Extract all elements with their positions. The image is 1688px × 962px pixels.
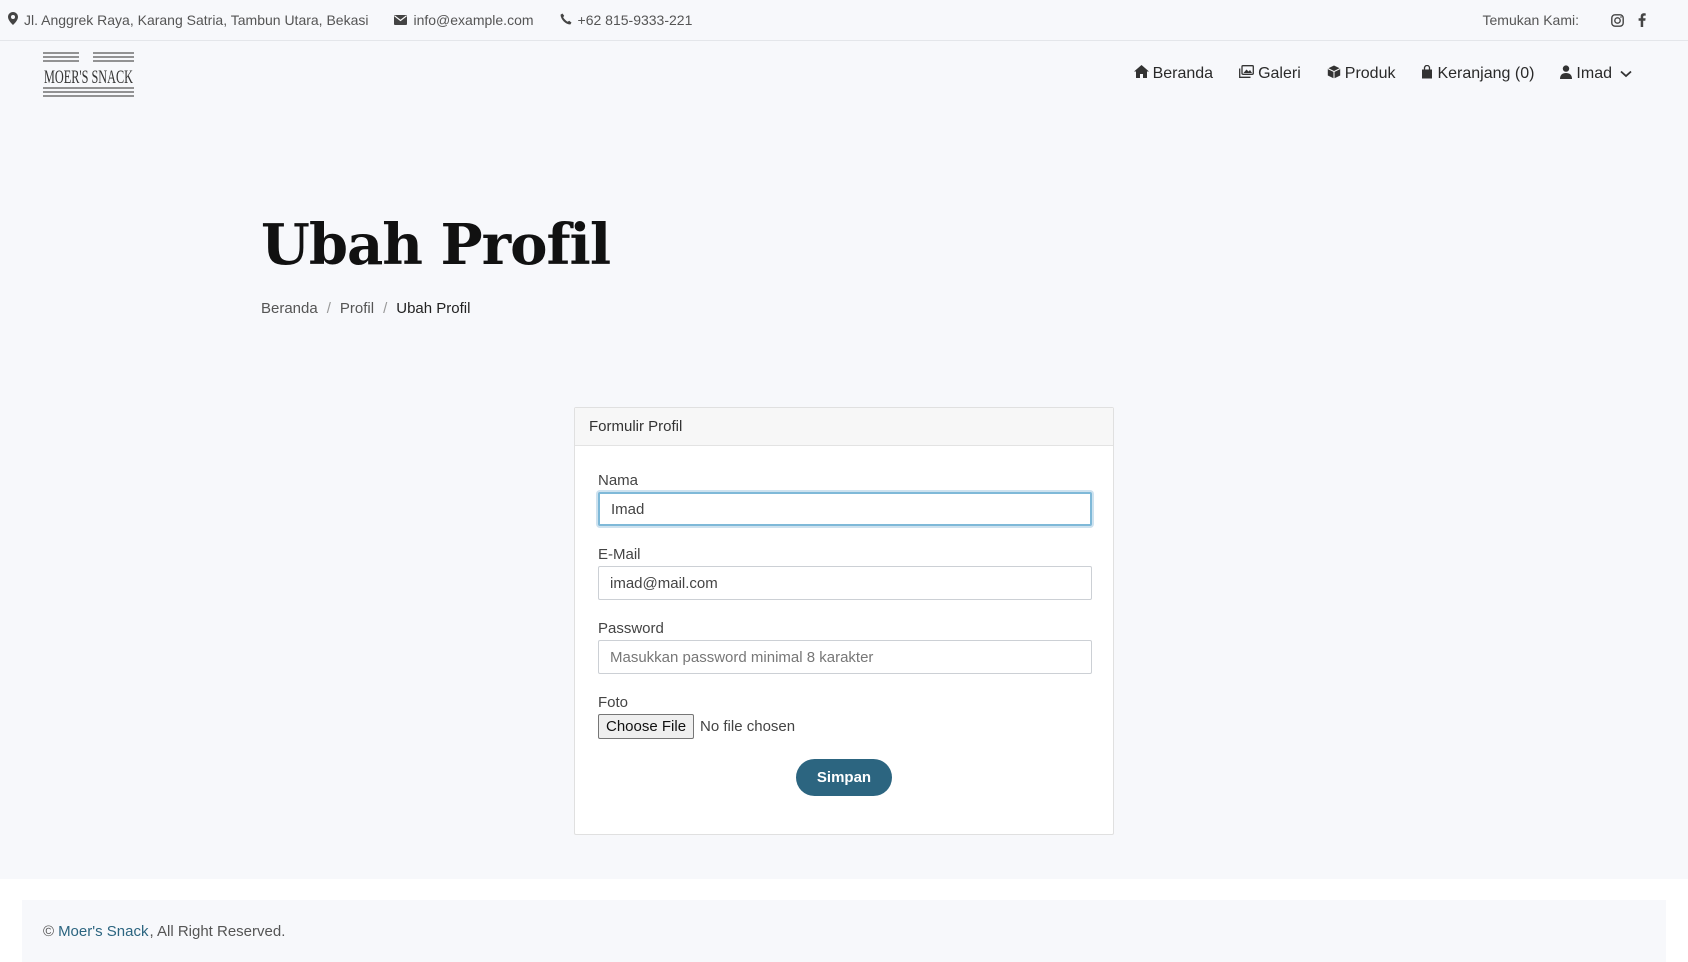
nav-item-beranda[interactable]: Beranda <box>1133 65 1214 83</box>
footer: © Moer's Snack , All Right Reserved. <box>22 900 1666 962</box>
facebook-icon[interactable] <box>1638 13 1646 27</box>
top-info-bar: Jl. Anggrek Raya, Karang Satria, Tambun … <box>0 0 1688 41</box>
email-field-group: E-Mail imad@mail.com <box>598 546 1092 600</box>
social-links: Temukan Kami: <box>1483 12 1688 28</box>
password-label: Password <box>598 620 664 637</box>
breadcrumb-separator: / <box>326 300 331 317</box>
email-input[interactable]: imad@mail.com <box>598 566 1092 600</box>
images-icon <box>1239 65 1258 83</box>
nav-label-galeri: Galeri <box>1258 65 1301 82</box>
page-title: Ubah Profil <box>261 212 611 278</box>
submit-wrapper: Simpan <box>598 759 1090 796</box>
box-icon <box>1327 65 1345 84</box>
breadcrumb: Beranda / Profil / Ubah Profil <box>261 300 470 317</box>
nav-menu: Beranda Galeri Produk Keranjang (0) Imad <box>1108 41 1636 107</box>
nav-label-beranda: Beranda <box>1152 65 1214 82</box>
nav-label-user: Imad <box>1576 65 1612 82</box>
nav-label-produk: Produk <box>1344 65 1396 82</box>
chevron-down-icon <box>1620 65 1636 83</box>
breadcrumb-separator: / <box>383 300 388 317</box>
breadcrumb-beranda[interactable]: Beranda <box>261 300 318 317</box>
instagram-icon[interactable] <box>1611 13 1624 27</box>
breadcrumb-profil[interactable]: Profil <box>340 300 374 317</box>
save-button[interactable]: Simpan <box>796 759 892 796</box>
address-text: Jl. Anggrek Raya, Karang Satria, Tambun … <box>24 12 369 28</box>
phone-info: +62 815-9333-221 <box>560 12 693 28</box>
name-input[interactable]: Imad <box>598 492 1092 526</box>
footer-rights-text: , All Right Reserved. <box>149 922 286 940</box>
email-text: info@example.com <box>413 12 534 28</box>
photo-label: Foto <box>598 694 629 711</box>
nav-label-keranjang: Keranjang (0) <box>1437 65 1535 82</box>
card-header: Formulir Profil <box>575 408 1113 446</box>
photo-field-group: Foto Choose File No file chosen <box>598 694 1090 739</box>
breadcrumb-current: Ubah Profil <box>396 300 471 317</box>
file-status-text: No file chosen <box>700 718 796 735</box>
profile-form: Nama Imad E-Mail imad@mail.com Password … <box>575 446 1113 796</box>
address-info: Jl. Anggrek Raya, Karang Satria, Tambun … <box>8 12 368 28</box>
main-navbar: MOER'S SNACK Beranda Galeri Produk Keran… <box>0 41 1688 107</box>
home-icon <box>1133 65 1153 83</box>
phone-text: +62 815-9333-221 <box>577 12 693 28</box>
user-icon <box>1560 64 1576 84</box>
email-info: info@example.com <box>394 12 534 28</box>
file-input: Choose File No file chosen <box>598 714 1090 739</box>
copyright-symbol: © <box>43 922 55 940</box>
email-label: E-Mail <box>598 546 641 563</box>
find-us-label: Temukan Kami: <box>1482 12 1579 28</box>
nav-item-keranjang[interactable]: Keranjang (0) <box>1421 64 1535 84</box>
footer-brand-link[interactable]: Moer's Snack <box>58 923 148 940</box>
nav-item-produk[interactable]: Produk <box>1327 65 1396 84</box>
logo-text: MOER'S SNACK <box>44 67 133 88</box>
password-field-group: Password Masukkan password minimal 8 kar… <box>598 620 1092 674</box>
phone-icon <box>560 12 578 28</box>
name-label: Nama <box>598 472 639 489</box>
password-input[interactable]: Masukkan password minimal 8 karakter <box>598 640 1092 674</box>
profile-form-card: Formulir Profil Nama Imad E-Mail imad@ma… <box>574 407 1114 835</box>
name-field-group: Nama Imad <box>598 472 1092 526</box>
choose-file-button[interactable]: Choose File <box>598 714 695 739</box>
envelope-icon <box>394 12 413 28</box>
nav-item-user-menu[interactable]: Imad <box>1560 64 1636 84</box>
bag-icon <box>1421 64 1437 84</box>
brand-logo[interactable]: MOER'S SNACK <box>43 51 134 98</box>
nav-item-galeri[interactable]: Galeri <box>1239 65 1301 83</box>
map-pin-icon <box>8 12 24 28</box>
